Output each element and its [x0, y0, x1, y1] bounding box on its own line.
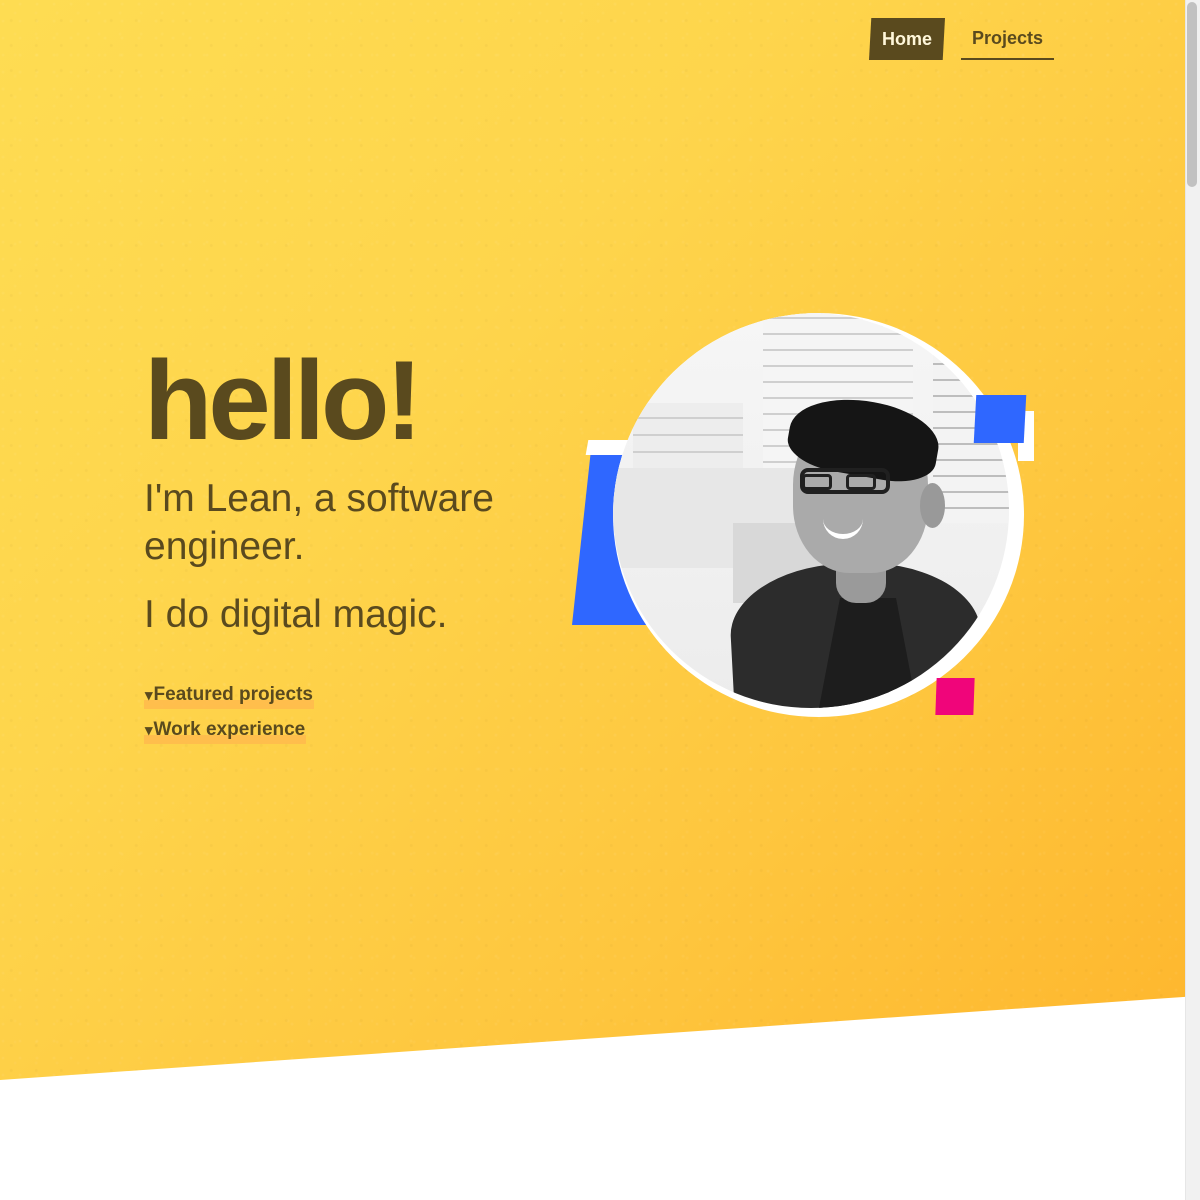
- nav-projects-link[interactable]: Projects: [961, 18, 1054, 60]
- featured-projects-label: Featured projects: [153, 684, 313, 705]
- glasses-icon: [800, 468, 890, 494]
- work-experience-link[interactable]: ▾ Work experience: [144, 719, 307, 744]
- person-ear: [920, 483, 945, 528]
- blue-decor-square: [973, 395, 1027, 443]
- hero-greeting: hello!: [144, 338, 423, 463]
- pink-decor-square: [935, 678, 975, 715]
- main-nav: Home Projects: [869, 18, 1054, 60]
- hero-intro: I'm Lean, a software engineer.: [144, 477, 494, 568]
- caret-down-icon: ▾: [145, 687, 153, 704]
- nav-home-link[interactable]: Home: [869, 18, 945, 60]
- portfolio-page: Home Projects hello! I'm Lean, a softwar…: [0, 0, 1200, 1200]
- scrollbar-thumb[interactable]: [1187, 2, 1197, 187]
- featured-projects-link[interactable]: ▾ Featured projects: [144, 685, 314, 709]
- portrait-circle: [613, 313, 1024, 717]
- portrait-graphic: [570, 310, 1040, 730]
- work-experience-label: Work experience: [153, 719, 306, 740]
- portrait-photo: [613, 313, 1009, 708]
- caret-down-icon: ▾: [145, 722, 153, 739]
- hero-tagline: I do digital magic.: [144, 593, 448, 636]
- vertical-scrollbar[interactable]: [1185, 0, 1200, 1200]
